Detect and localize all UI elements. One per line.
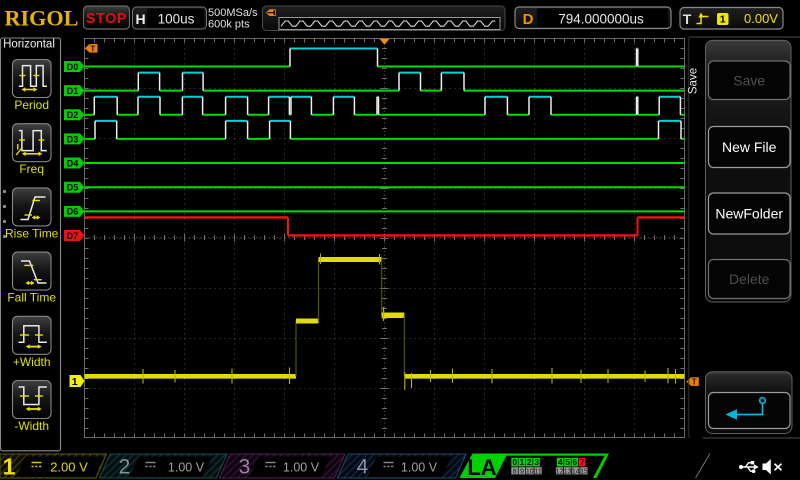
- svg-text:D7: D7: [67, 231, 79, 241]
- svg-text:-Width: -Width: [14, 419, 49, 433]
- svg-text:5: 5: [565, 457, 570, 467]
- svg-text:1.00 V: 1.00 V: [168, 461, 205, 475]
- svg-text:8: 8: [513, 468, 517, 475]
- svg-text:2.00 V: 2.00 V: [50, 460, 88, 475]
- svg-text:Fall Time: Fall Time: [7, 291, 56, 305]
- svg-text:LA: LA: [467, 455, 496, 480]
- svg-text:100us: 100us: [158, 12, 195, 27]
- svg-text:500MSa/s: 500MSa/s: [208, 7, 258, 19]
- svg-text:Freq: Freq: [19, 162, 44, 176]
- svg-text:0: 0: [512, 457, 517, 467]
- svg-text:H: H: [135, 11, 145, 27]
- svg-text:Save: Save: [688, 68, 700, 94]
- svg-text:D1: D1: [67, 86, 79, 96]
- svg-text:13: 13: [564, 468, 572, 475]
- svg-text:RIGOL: RIGOL: [5, 6, 79, 31]
- svg-text:+Width: +Width: [13, 355, 51, 369]
- svg-text:1.00 V: 1.00 V: [401, 461, 438, 475]
- svg-text:600k pts: 600k pts: [208, 19, 250, 31]
- svg-text:D0: D0: [67, 62, 79, 72]
- svg-text:1: 1: [72, 376, 78, 388]
- svg-text:14: 14: [572, 468, 580, 475]
- svg-text:3: 3: [239, 456, 251, 479]
- svg-text:New File: New File: [722, 139, 777, 155]
- svg-text:T: T: [90, 43, 96, 53]
- svg-text:D5: D5: [67, 183, 79, 193]
- svg-text:2: 2: [527, 457, 532, 467]
- svg-text:10: 10: [526, 468, 534, 475]
- svg-text:1: 1: [3, 454, 16, 480]
- svg-text:D3: D3: [67, 134, 79, 144]
- svg-text:794.000000us: 794.000000us: [558, 12, 644, 27]
- svg-text:4: 4: [558, 457, 563, 467]
- svg-text:Horizontal: Horizontal: [3, 39, 55, 51]
- svg-text:STOP: STOP: [86, 11, 127, 27]
- svg-text:6: 6: [573, 457, 578, 467]
- svg-text:1: 1: [520, 457, 525, 467]
- svg-text:7: 7: [580, 457, 585, 467]
- svg-text:9: 9: [520, 468, 524, 475]
- svg-text:T: T: [692, 378, 697, 387]
- svg-text:Rise Time: Rise Time: [5, 226, 59, 240]
- svg-text:Save: Save: [733, 72, 765, 88]
- svg-text:Period: Period: [14, 98, 49, 112]
- svg-text:4: 4: [357, 456, 369, 479]
- svg-text:15: 15: [580, 468, 588, 475]
- svg-text:D: D: [523, 11, 534, 28]
- svg-text:0.00V: 0.00V: [744, 11, 778, 26]
- svg-text:D4: D4: [67, 158, 79, 168]
- svg-text:D6: D6: [67, 207, 79, 217]
- svg-text:1: 1: [720, 14, 726, 26]
- svg-text:2: 2: [119, 456, 131, 479]
- svg-text:Delete: Delete: [729, 271, 770, 287]
- svg-text:NewFolder: NewFolder: [715, 206, 783, 222]
- svg-text:1.00 V: 1.00 V: [283, 461, 320, 475]
- svg-text:T: T: [683, 11, 692, 27]
- svg-text:11: 11: [534, 468, 541, 475]
- svg-text:3: 3: [534, 457, 539, 467]
- svg-text:D2: D2: [67, 110, 79, 120]
- svg-text:12: 12: [556, 468, 564, 475]
